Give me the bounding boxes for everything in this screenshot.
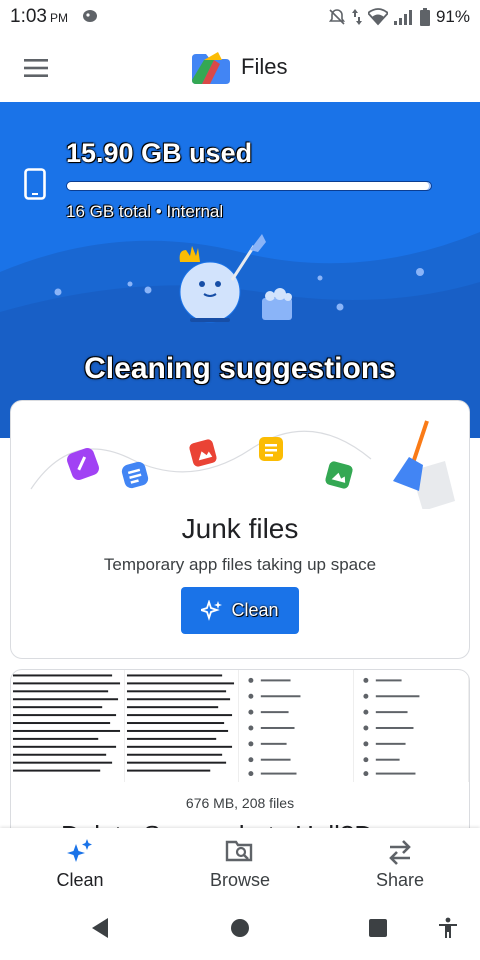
cleaning-mascot-illustration — [179, 234, 292, 323]
status-icons: 91% — [328, 5, 470, 29]
system-navigation-bar — [0, 898, 480, 960]
app-bar: Files — [0, 34, 480, 102]
data-arrows-icon — [351, 9, 362, 25]
storage-total-label: 16 GB total • Internal — [66, 202, 224, 221]
nav-label-clean: Clean — [56, 870, 104, 890]
status-bar: 1:03 PM 91% — [0, 0, 480, 34]
sparkle-icon — [201, 599, 223, 621]
junk-files-title: Junk files — [181, 513, 299, 544]
files-app-logo-icon — [192, 52, 230, 84]
battery-percent: 91% — [435, 7, 470, 26]
recents-icon[interactable] — [366, 916, 390, 940]
clean-junk-button[interactable]: Clean — [181, 587, 299, 634]
hamburger-menu-icon — [24, 59, 48, 77]
signal-icon — [393, 10, 412, 25]
storage-progress-fill — [67, 182, 429, 190]
screenshots-size-label: 676 MB, 208 files — [185, 795, 295, 811]
wifi-icon — [367, 8, 388, 26]
storage-progress-bar — [66, 181, 432, 191]
menu-button[interactable] — [16, 48, 56, 88]
nav-item-browse[interactable]: Browse — [160, 828, 320, 898]
nav-label-share: Share — [375, 870, 425, 890]
storage-hero[interactable]: 15.90 GB used 16 GB total • Internal Cle… — [0, 102, 480, 438]
sparkle-icon — [67, 839, 92, 862]
notification-icon — [83, 10, 97, 22]
phone-storage-icon — [24, 168, 46, 200]
nav-label-browse: Browse — [209, 870, 271, 890]
nav-item-share[interactable]: Share — [320, 828, 480, 898]
battery-icon — [419, 8, 430, 26]
browse-icon — [225, 840, 253, 862]
back-icon[interactable] — [88, 916, 112, 940]
home-icon[interactable] — [228, 916, 252, 940]
screenshot-thumbnail[interactable] — [125, 670, 239, 782]
app-title: Files — [241, 54, 288, 79]
status-time: 1:03 PM — [10, 6, 68, 28]
accessibility-icon[interactable] — [436, 916, 460, 940]
storage-used-label: 15.90 GB used — [66, 138, 253, 168]
junk-files-illustration — [30, 420, 455, 509]
junk-files-card[interactable]: Junk files Temporary app files taking up… — [10, 400, 470, 659]
screenshot-thumbnails — [11, 670, 469, 782]
screenshot-thumbnail[interactable] — [11, 670, 125, 782]
share-arrows-icon — [389, 840, 411, 865]
status-ampm: PM — [49, 11, 68, 25]
junk-files-description: Temporary app files taking up space — [103, 555, 377, 574]
screenshots-card[interactable]: 676 MB, 208 files Delete Screenshots Hel… — [10, 669, 470, 849]
cleaning-suggestions-heading: Cleaning suggestions — [84, 352, 396, 385]
dnd-off-icon — [328, 9, 346, 25]
clean-button-label: Clean — [231, 600, 279, 620]
screenshot-thumbnail[interactable] — [354, 670, 469, 782]
screenshot-thumbnail[interactable] — [239, 670, 354, 782]
nav-item-clean[interactable]: Clean — [0, 828, 160, 898]
bottom-navigation: Clean Browse Share — [0, 828, 480, 898]
status-time-value: 1:03 — [10, 6, 47, 27]
